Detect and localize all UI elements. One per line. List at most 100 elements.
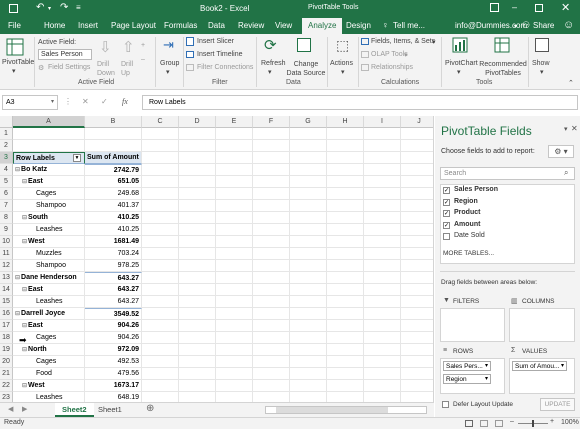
actions-icon[interactable]: ⬚ — [336, 37, 349, 54]
cell-b16[interactable]: 3549.52 — [85, 308, 142, 320]
empty-cell[interactable] — [216, 308, 253, 320]
column-header-b[interactable]: B — [85, 116, 142, 128]
restore-icon[interactable] — [535, 4, 543, 12]
empty-cell[interactable] — [327, 176, 364, 188]
empty-cell[interactable] — [179, 356, 216, 368]
cell-b17[interactable]: 904.26 — [85, 320, 142, 332]
row-header[interactable]: 7 — [0, 200, 13, 212]
tools-gear-button[interactable]: ⚙ ▾ — [548, 145, 574, 158]
empty-cell[interactable] — [253, 188, 290, 200]
row-header[interactable]: 9 — [0, 224, 13, 236]
cell-b7[interactable]: 401.37 — [85, 200, 142, 212]
empty-cell[interactable] — [216, 152, 253, 164]
empty-cell[interactable] — [401, 356, 433, 368]
empty-cell[interactable] — [142, 392, 179, 402]
empty-cell[interactable] — [179, 320, 216, 332]
column-header-j[interactable]: J — [401, 116, 433, 128]
field-label[interactable]: Region — [454, 198, 478, 205]
field-checkbox-region[interactable]: ✓ — [443, 198, 450, 206]
empty-cell[interactable] — [327, 344, 364, 356]
empty-cell[interactable] — [216, 236, 253, 248]
empty-cell[interactable] — [216, 296, 253, 308]
empty-cell[interactable] — [327, 332, 364, 344]
empty-cell[interactable] — [179, 308, 216, 320]
empty-cell[interactable] — [179, 380, 216, 392]
insert-slicer-button[interactable]: Insert Slicer — [197, 38, 234, 45]
empty-cell[interactable] — [401, 188, 433, 200]
empty-cell[interactable] — [364, 332, 401, 344]
tab-data[interactable]: Data — [208, 21, 225, 30]
tab-file[interactable]: File — [8, 21, 21, 30]
empty-cell[interactable] — [401, 272, 433, 284]
row-header[interactable]: 11 — [0, 248, 13, 260]
empty-cell[interactable] — [401, 128, 433, 140]
empty-cell[interactable] — [142, 272, 179, 284]
empty-cell[interactable] — [290, 308, 327, 320]
empty-cell[interactable] — [290, 380, 327, 392]
empty-cell[interactable] — [142, 368, 179, 380]
empty-cell[interactable] — [364, 284, 401, 296]
empty-cell[interactable] — [401, 332, 433, 344]
filters-drop-area[interactable] — [440, 308, 505, 342]
empty-cell[interactable] — [327, 260, 364, 272]
empty-cell[interactable] — [364, 200, 401, 212]
empty-cell[interactable] — [179, 344, 216, 356]
column-header-c[interactable]: C — [142, 116, 179, 128]
empty-cell[interactable] — [142, 248, 179, 260]
cell-a23[interactable]: Leashes — [13, 392, 85, 402]
empty-cell[interactable] — [179, 212, 216, 224]
empty-cell[interactable] — [327, 140, 364, 152]
tab-page-layout[interactable]: Page Layout — [111, 21, 156, 30]
cell-a16[interactable]: ⊟Darrell Joyce — [13, 308, 85, 320]
cell-b1[interactable] — [85, 128, 142, 140]
values-item-sum-of-amount[interactable]: Sum of Amou... — [512, 361, 567, 371]
empty-cell[interactable] — [327, 368, 364, 380]
collapse-toggle-icon[interactable]: ⊟ — [22, 179, 27, 185]
cell-a2[interactable] — [13, 140, 85, 152]
normal-view-icon[interactable] — [465, 420, 473, 427]
field-label[interactable]: Product — [454, 209, 480, 216]
row-header[interactable]: 12 — [0, 260, 13, 272]
empty-cell[interactable] — [364, 152, 401, 164]
defer-layout-checkbox[interactable] — [442, 401, 449, 408]
empty-cell[interactable] — [327, 236, 364, 248]
cell-a14[interactable]: ⊟East — [13, 284, 85, 296]
empty-cell[interactable] — [216, 200, 253, 212]
sheet-tab-sheet1[interactable]: Sheet1 — [98, 405, 122, 414]
empty-cell[interactable] — [290, 248, 327, 260]
empty-cell[interactable] — [364, 128, 401, 140]
change-data-source-icon[interactable] — [297, 38, 311, 52]
empty-cell[interactable] — [179, 176, 216, 188]
empty-cell[interactable] — [142, 176, 179, 188]
empty-cell[interactable] — [327, 272, 364, 284]
empty-cell[interactable] — [253, 368, 290, 380]
collapse-field-icon[interactable]: – — [141, 56, 145, 63]
collapse-toggle-icon[interactable]: ⊟ — [22, 215, 27, 221]
active-field-input[interactable]: Sales Person — [38, 49, 92, 60]
empty-cell[interactable] — [364, 248, 401, 260]
empty-cell[interactable] — [179, 284, 216, 296]
empty-cell[interactable] — [216, 128, 253, 140]
empty-cell[interactable] — [253, 176, 290, 188]
empty-cell[interactable] — [216, 140, 253, 152]
empty-cell[interactable] — [216, 176, 253, 188]
empty-cell[interactable] — [253, 128, 290, 140]
empty-cell[interactable] — [142, 296, 179, 308]
page-break-view-icon[interactable] — [495, 420, 503, 427]
empty-cell[interactable] — [364, 236, 401, 248]
empty-cell[interactable] — [327, 224, 364, 236]
cell-b18[interactable]: 904.26 — [85, 332, 142, 344]
field-search-input[interactable]: Search — [440, 167, 575, 180]
empty-cell[interactable] — [142, 224, 179, 236]
empty-cell[interactable] — [179, 296, 216, 308]
column-header-e[interactable]: E — [216, 116, 253, 128]
empty-cell[interactable] — [290, 176, 327, 188]
row-header[interactable]: 6 — [0, 188, 13, 200]
empty-cell[interactable] — [401, 296, 433, 308]
empty-cell[interactable] — [216, 320, 253, 332]
empty-cell[interactable] — [179, 152, 216, 164]
empty-cell[interactable] — [142, 188, 179, 200]
empty-cell[interactable] — [290, 284, 327, 296]
empty-cell[interactable] — [327, 188, 364, 200]
column-header-a[interactable]: A — [13, 116, 85, 128]
